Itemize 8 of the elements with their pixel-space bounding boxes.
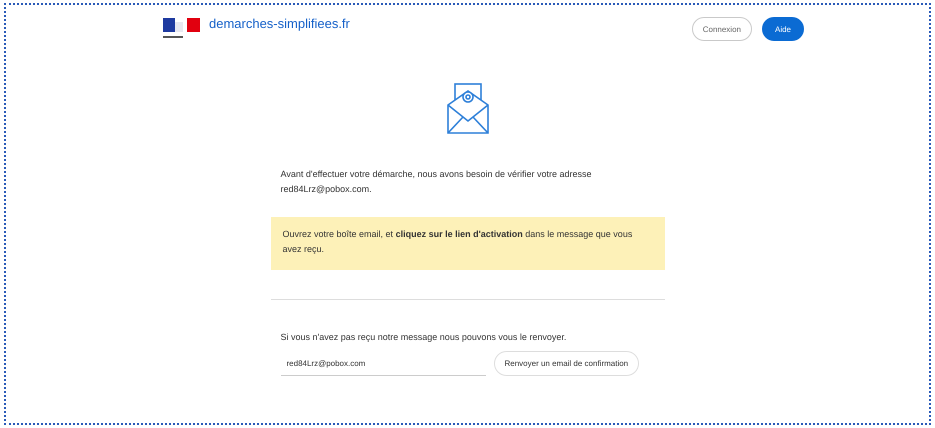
site-name[interactable]: demarches-simplifiees.fr [209, 16, 350, 32]
envelope-icon [446, 83, 490, 135]
activation-notice: Ouvrez votre boîte email, et cliquez sur le lien d'activation dans le message que vous avez reçu. [270, 217, 664, 270]
resend-text: Si vous n'avez pas reçu notre message nous pouvons vous le renvoyer. [280, 331, 568, 344]
help-button[interactable]: Aide [762, 17, 804, 41]
intro-text: Avant d'effectuer votre démarche, nous avons besoin de vérifier votre adresse red84Lrz@pobox.com. [280, 168, 593, 196]
resend-button[interactable]: Renvoyer un email de confirmation [494, 351, 640, 376]
login-button[interactable]: Connexion [692, 17, 752, 41]
